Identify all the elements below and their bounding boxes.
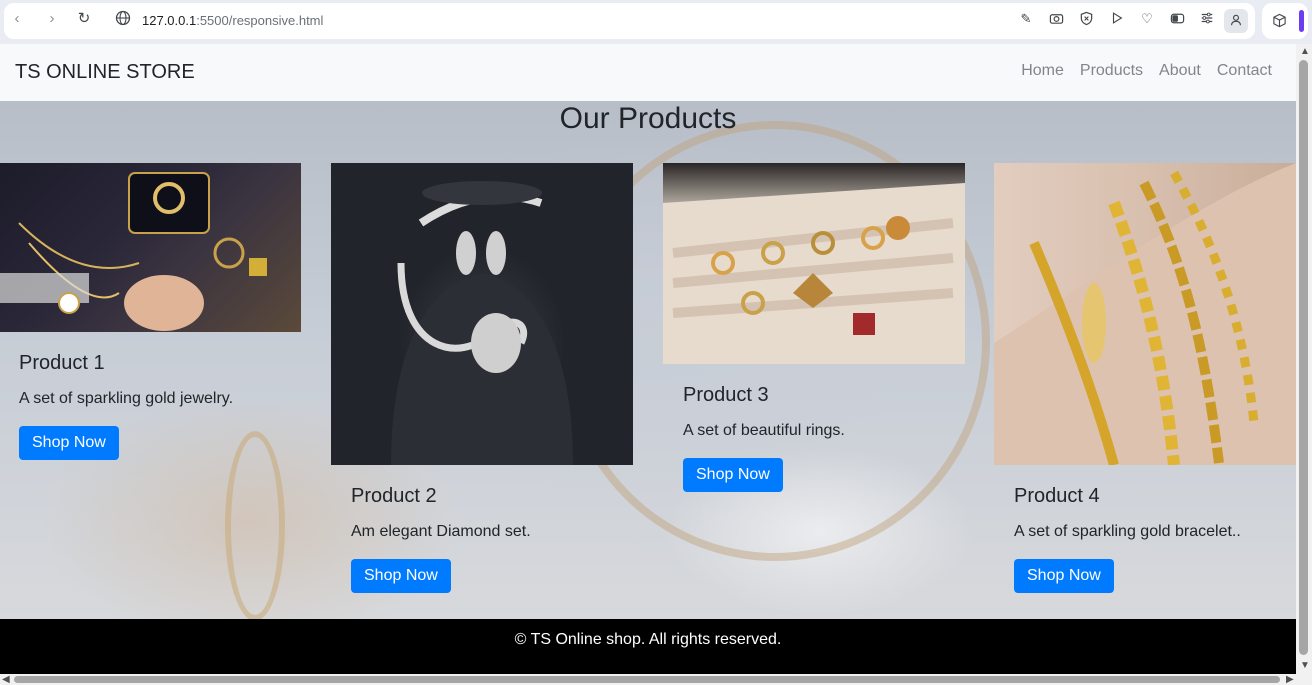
- extensions-icon[interactable]: [1271, 13, 1287, 29]
- product-title: Product 4: [1014, 485, 1100, 507]
- scroll-up-icon[interactable]: ▲: [1300, 46, 1310, 57]
- product-image: [663, 163, 965, 364]
- horizontal-scroll-thumb[interactable]: [14, 676, 1280, 683]
- card-body: Product 3 A set of beautiful rings. Shop…: [663, 364, 965, 512]
- card-body: Product 1 A set of sparkling gold jewelr…: [0, 332, 301, 480]
- product-card: Product 2 Am elegant Diamond set. Shop N…: [331, 163, 633, 613]
- product-description: A set of beautiful rings.: [683, 422, 845, 439]
- product-image: [0, 163, 301, 332]
- toggle-icon[interactable]: [1169, 11, 1185, 27]
- forward-icon[interactable]: ›: [43, 10, 61, 28]
- card-body: Product 2 Am elegant Diamond set. Shop N…: [331, 465, 633, 613]
- heart-icon[interactable]: ♡: [1139, 11, 1155, 27]
- product-card: Product 1 A set of sparkling gold jewelr…: [0, 163, 301, 480]
- shop-now-button[interactable]: Shop Now: [683, 458, 783, 492]
- scroll-down-icon[interactable]: ▼: [1300, 660, 1310, 671]
- vertical-scroll-thumb[interactable]: [1299, 60, 1308, 655]
- url-path: :5500/responsive.html: [196, 13, 324, 28]
- camera-icon[interactable]: [1048, 11, 1064, 27]
- product-description: A set of sparkling gold bracelet..: [1014, 523, 1241, 540]
- shop-now-button[interactable]: Shop Now: [1014, 559, 1114, 593]
- site-info-icon[interactable]: [114, 10, 132, 28]
- sliders-icon[interactable]: [1199, 11, 1215, 27]
- nav-link-products[interactable]: Products: [1080, 62, 1143, 80]
- brand[interactable]: TS ONLINE STORE: [15, 61, 195, 84]
- product-title: Product 2: [351, 485, 437, 507]
- nav-link-home[interactable]: Home: [1021, 62, 1064, 80]
- product-title: Product 3: [683, 384, 769, 406]
- shop-now-button[interactable]: Shop Now: [351, 559, 451, 593]
- play-icon[interactable]: [1109, 11, 1125, 27]
- edit-icon[interactable]: ✎: [1018, 11, 1034, 27]
- page-viewport: TS ONLINE STORE Home Products About Cont…: [0, 44, 1296, 674]
- product-title: Product 1: [19, 352, 105, 374]
- page-title: Our Products: [559, 102, 737, 135]
- navbar: TS ONLINE STORE Home Products About Cont…: [0, 44, 1296, 101]
- profile-icon: [1228, 13, 1244, 29]
- reload-icon[interactable]: ↻: [75, 10, 93, 28]
- card-body: Product 4 A set of sparkling gold bracel…: [994, 465, 1296, 613]
- nav-links: Home Products About Contact: [1021, 62, 1272, 80]
- shop-now-button[interactable]: Shop Now: [19, 426, 119, 460]
- product-image: [331, 163, 633, 465]
- nav-link-about[interactable]: About: [1159, 62, 1201, 80]
- shield-icon[interactable]: [1078, 11, 1094, 27]
- url-text[interactable]: 127.0.0.1:5500/responsive.html: [142, 13, 323, 28]
- extension-accent: [1299, 10, 1304, 32]
- url-host: 127.0.0.1: [142, 13, 197, 28]
- scroll-left-icon[interactable]: ◀: [2, 674, 10, 685]
- profile-button[interactable]: [1224, 9, 1248, 33]
- footer-text: © TS Online shop. All rights reserved.: [514, 631, 782, 648]
- footer: © TS Online shop. All rights reserved.: [0, 619, 1296, 674]
- back-icon[interactable]: ‹: [8, 10, 26, 28]
- nav-link-contact[interactable]: Contact: [1217, 62, 1272, 80]
- product-description: A set of sparkling gold jewelry.: [19, 390, 234, 407]
- browser-toolbar: ‹ › ↻ 127.0.0.1:5500/responsive.html ✎ ♡: [0, 0, 1312, 44]
- product-card: Product 3 A set of beautiful rings. Shop…: [663, 163, 965, 512]
- product-description: Am elegant Diamond set.: [351, 523, 531, 540]
- product-card: Product 4 A set of sparkling gold bracel…: [994, 163, 1296, 613]
- product-image: [994, 163, 1296, 465]
- scroll-right-icon[interactable]: ▶: [1286, 674, 1294, 685]
